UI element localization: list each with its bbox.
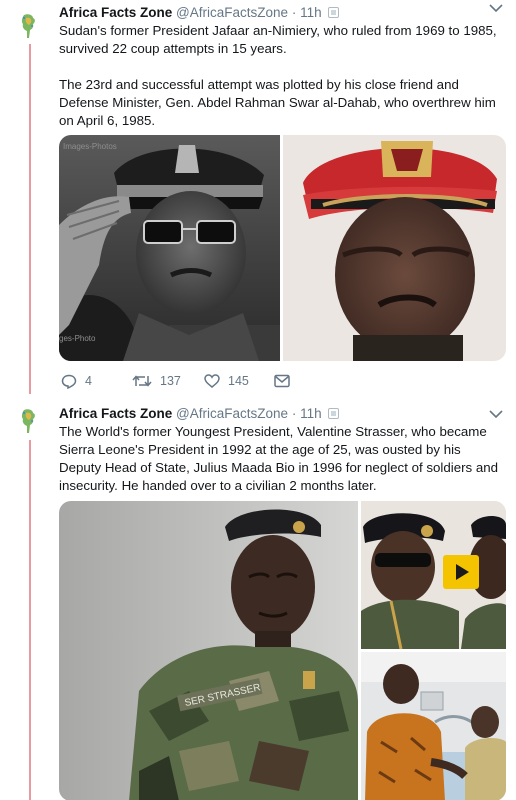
like-count: 145 — [228, 374, 249, 388]
chevron-down-icon[interactable] — [489, 3, 503, 13]
reply-icon — [61, 374, 77, 389]
tweet-media[interactable]: SER STRASSER — [59, 501, 506, 800]
photo-nimeiry-image: Images-Photos ges-Photo — [59, 135, 280, 361]
photo-hospital[interactable] — [361, 652, 506, 800]
tweet-text: The World's former Youngest President, V… — [59, 423, 499, 495]
photo-strasser-image: SER STRASSER — [59, 501, 358, 800]
tweet-header: Africa Facts Zone @AfricaFactsZone · 11h — [59, 4, 486, 22]
retweet-count: 137 — [160, 374, 181, 388]
video-thumbnail-image — [361, 501, 506, 649]
play-button[interactable] — [443, 555, 479, 589]
separator-dot: · — [291, 5, 297, 20]
retweet-icon — [132, 375, 152, 387]
tweet-1[interactable]: Africa Facts Zone @AfricaFactsZone · 11h… — [0, 0, 516, 395]
photo-nimeiry[interactable]: Images-Photos ges-Photo — [59, 135, 280, 361]
photo-strasser[interactable]: SER STRASSER — [59, 501, 358, 800]
tweet-time[interactable]: 11h — [300, 5, 322, 20]
dm-button[interactable] — [274, 372, 290, 390]
tweet-2[interactable]: Africa Facts Zone @AfricaFactsZone · 11h… — [0, 395, 516, 800]
photo-dahab[interactable] — [283, 135, 506, 361]
tweet-media[interactable]: Images-Photos ges-Photo — [59, 135, 506, 361]
tweet-text: Sudan's former President Jafaar an-Nimie… — [59, 22, 499, 130]
play-icon — [456, 564, 469, 580]
tweet-text-paragraph-1: Sudan's former President Jafaar an-Nimie… — [59, 23, 497, 56]
tweet-text-paragraph-1: The World's former Youngest President, V… — [59, 424, 499, 493]
tweet-time[interactable]: 11h — [300, 406, 322, 421]
verified-icon — [328, 408, 340, 419]
photo-dahab-image — [283, 135, 506, 361]
photo-hospital-image — [361, 652, 506, 800]
author-name[interactable]: Africa Facts Zone — [59, 5, 172, 20]
tweet-actions: 4 137 145 — [59, 372, 499, 390]
author-handle[interactable]: @AfricaFactsZone — [176, 5, 288, 20]
video-thumbnail[interactable] — [361, 501, 506, 649]
like-button[interactable]: 145 — [204, 372, 249, 390]
watermark-top: Images-Photos — [63, 142, 117, 151]
separator-dot: · — [291, 406, 297, 421]
author-name[interactable]: Africa Facts Zone — [59, 406, 172, 421]
tweet-header: Africa Facts Zone @AfricaFactsZone · 11h — [59, 405, 486, 423]
author-handle[interactable]: @AfricaFactsZone — [176, 406, 288, 421]
dm-icon — [274, 374, 290, 388]
verified-icon — [328, 7, 340, 18]
retweet-button[interactable]: 137 — [132, 372, 181, 390]
like-icon — [204, 374, 220, 388]
avatar-logo-icon[interactable] — [18, 407, 40, 435]
reply-button[interactable]: 4 — [61, 372, 92, 390]
watermark-bottom: ges-Photo — [59, 334, 96, 343]
chevron-down-icon[interactable] — [489, 409, 503, 419]
reply-count: 4 — [85, 374, 92, 388]
tweet-text-paragraph-2: The 23rd and successful attempt was plot… — [59, 77, 496, 128]
avatar-logo-icon[interactable] — [18, 12, 40, 40]
